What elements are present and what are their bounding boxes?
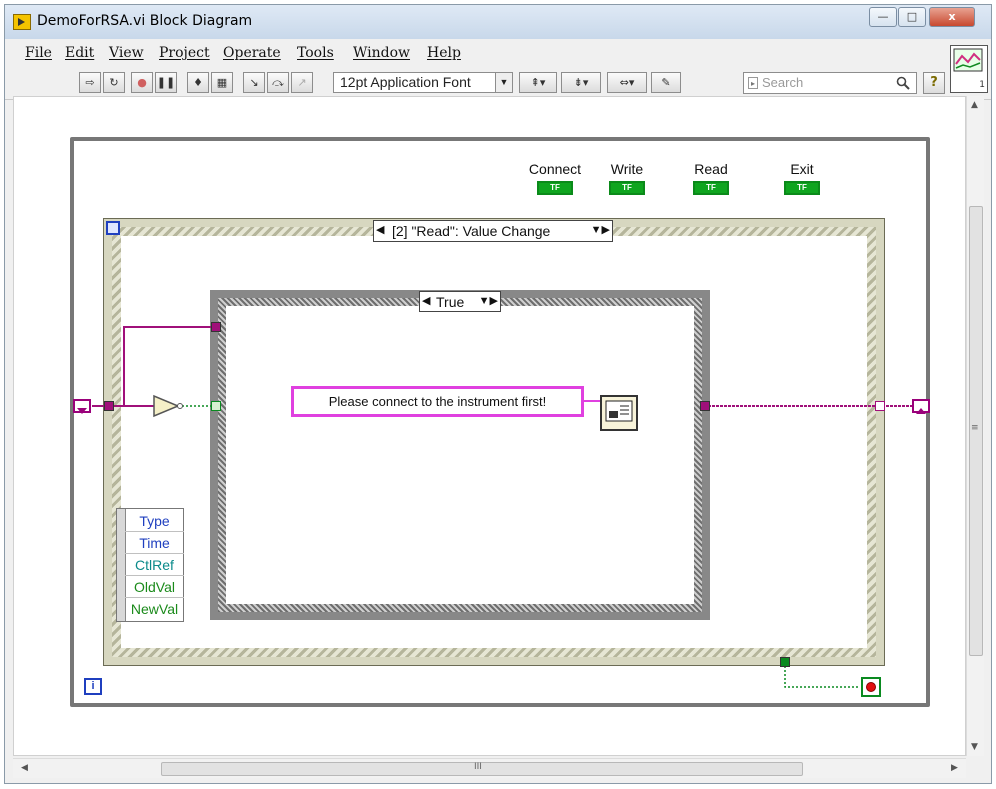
vi-icon-graphic bbox=[953, 48, 983, 72]
case-increment-icon[interactable]: ▼▶ bbox=[479, 294, 498, 307]
exit-control-label: Exit bbox=[790, 161, 814, 177]
chevron-down-icon: ▼ bbox=[495, 73, 512, 92]
labview-app-icon bbox=[13, 14, 31, 30]
maximize-button[interactable]: □ bbox=[898, 7, 926, 27]
exit-boolean-terminal: TF bbox=[784, 181, 820, 195]
highlight-execution-icon[interactable]: ♦ bbox=[187, 72, 209, 93]
case-decrement-icon[interactable]: ◀ bbox=[422, 294, 430, 307]
vi-connector-count: 1 bbox=[979, 80, 985, 90]
event-data-newval[interactable]: NewVal bbox=[125, 598, 184, 620]
one-button-dialog-icon[interactable] bbox=[600, 395, 638, 431]
shift-register-left-glyph bbox=[77, 408, 87, 414]
shift-register-left-icon[interactable] bbox=[73, 399, 91, 414]
menu-project[interactable]: Project bbox=[159, 45, 210, 61]
event-timeout-icon bbox=[106, 221, 120, 235]
event-stop-tunnel[interactable] bbox=[780, 657, 790, 667]
event-output-tunnel[interactable] bbox=[875, 401, 885, 411]
abort-icon[interactable]: ● bbox=[131, 72, 153, 93]
horizontal-scroll-thumb[interactable]: III bbox=[161, 762, 803, 776]
reorder-icon[interactable]: ⇔▾ bbox=[607, 72, 647, 93]
event-data-oldval[interactable]: OldVal bbox=[125, 576, 184, 598]
case-output-tunnel[interactable] bbox=[700, 401, 710, 411]
menu-help[interactable]: Help bbox=[427, 45, 461, 61]
event-data-node[interactable]: Type Time CtlRef OldVal NewVal bbox=[116, 508, 184, 622]
horizontal-scrollbar[interactable]: ◀ III ▶ bbox=[13, 758, 966, 778]
selector-decrement-icon[interactable]: ◀ bbox=[376, 223, 384, 236]
event-data-time[interactable]: Time bbox=[125, 532, 184, 554]
step-over-icon[interactable]: ⤼ bbox=[267, 72, 289, 93]
horizontal-thumb-grip: III bbox=[474, 762, 482, 772]
menu-window[interactable]: Window bbox=[353, 45, 410, 61]
exit-control-terminal[interactable]: Exit TF bbox=[776, 161, 828, 195]
step-out-icon[interactable]: ↗ bbox=[291, 72, 313, 93]
font-dropdown[interactable]: 12pt Application Font ▼ bbox=[333, 72, 513, 93]
case-structure-frame bbox=[226, 306, 694, 604]
message-string-constant[interactable]: Please connect to the instrument first! bbox=[291, 386, 584, 417]
align-objects-icon[interactable]: ⇞▾ bbox=[519, 72, 557, 93]
shift-register-right-icon[interactable] bbox=[912, 399, 930, 414]
event-data-type[interactable]: Type bbox=[125, 510, 184, 532]
event-case-selector[interactable]: ◀ [2] "Read": Value Change ▼▶ bbox=[373, 220, 613, 242]
retain-wire-values-icon[interactable]: ▦ bbox=[211, 72, 233, 93]
search-icon[interactable] bbox=[896, 76, 910, 90]
read-control-terminal[interactable]: Read TF bbox=[682, 161, 740, 195]
menu-bar: File Edit View Project Operate Tools Win… bbox=[5, 39, 991, 67]
clean-up-diagram-icon[interactable]: ✎ bbox=[651, 72, 681, 93]
write-control-label: Write bbox=[610, 161, 644, 177]
menu-edit[interactable]: Edit bbox=[65, 45, 94, 61]
run-arrow-icon[interactable]: ⇨ bbox=[79, 72, 101, 93]
scroll-up-icon[interactable]: ▲ bbox=[971, 100, 978, 110]
vertical-scrollbar[interactable]: ▲ ≡ ▼ bbox=[966, 96, 984, 756]
vertical-scroll-thumb[interactable]: ≡ bbox=[969, 206, 983, 656]
pause-icon[interactable]: ❚❚ bbox=[155, 72, 177, 93]
search-input[interactable]: Search bbox=[762, 75, 803, 90]
context-help-button[interactable]: ? bbox=[923, 72, 945, 94]
scroll-left-icon[interactable]: ◀ bbox=[21, 763, 28, 773]
distribute-objects-icon[interactable]: ⇟▾ bbox=[561, 72, 601, 93]
menu-view[interactable]: View bbox=[109, 45, 144, 61]
case-selector[interactable]: ◀ True ▼▶ bbox=[419, 291, 501, 312]
read-control-label: Read bbox=[694, 161, 728, 177]
step-into-icon[interactable]: ↘ bbox=[243, 72, 265, 93]
menu-tools[interactable]: Tools bbox=[297, 45, 334, 61]
read-boolean-terminal: TF bbox=[693, 181, 729, 195]
selector-increment-icon[interactable]: ▼▶ bbox=[591, 223, 610, 236]
vertical-thumb-grip: ≡ bbox=[971, 423, 979, 433]
case-error-tunnel[interactable] bbox=[211, 322, 221, 332]
case-selector-terminal[interactable] bbox=[211, 401, 221, 411]
run-continuously-icon[interactable]: ↻ bbox=[103, 72, 125, 93]
connect-control-terminal[interactable]: Connect TF bbox=[520, 161, 590, 195]
window-title: DemoForRSA.vi Block Diagram bbox=[37, 13, 253, 29]
connect-control-label: Connect bbox=[528, 161, 582, 177]
scroll-right-icon[interactable]: ▶ bbox=[951, 763, 958, 773]
connect-boolean-terminal: TF bbox=[537, 181, 573, 195]
search-scope-icon: ▸ bbox=[748, 77, 758, 89]
vi-connector-icon[interactable]: 1 bbox=[950, 45, 988, 93]
search-box[interactable]: ▸ Search bbox=[743, 72, 917, 94]
event-input-tunnel[interactable] bbox=[104, 401, 114, 411]
scroll-down-icon[interactable]: ▼ bbox=[971, 742, 978, 752]
close-button[interactable]: x bbox=[929, 7, 975, 27]
case-selector-label: True bbox=[436, 294, 465, 310]
case-structure[interactable] bbox=[210, 290, 710, 620]
event-data-ctlref[interactable]: CtlRef bbox=[125, 554, 184, 576]
write-control-terminal[interactable]: Write TF bbox=[598, 161, 656, 195]
menu-operate[interactable]: Operate bbox=[223, 45, 281, 61]
font-dropdown-value: 12pt Application Font bbox=[340, 74, 471, 90]
shift-register-right-glyph bbox=[916, 408, 926, 414]
write-boolean-terminal: TF bbox=[609, 181, 645, 195]
event-case-label: [2] "Read": Value Change bbox=[392, 223, 551, 239]
loop-iteration-terminal[interactable]: i bbox=[84, 678, 102, 695]
loop-stop-terminal[interactable] bbox=[861, 677, 881, 697]
menu-file[interactable]: File bbox=[25, 45, 52, 61]
title-bar[interactable]: DemoForRSA.vi Block Diagram — □ x bbox=[5, 5, 991, 39]
minimize-button[interactable]: — bbox=[869, 7, 897, 27]
